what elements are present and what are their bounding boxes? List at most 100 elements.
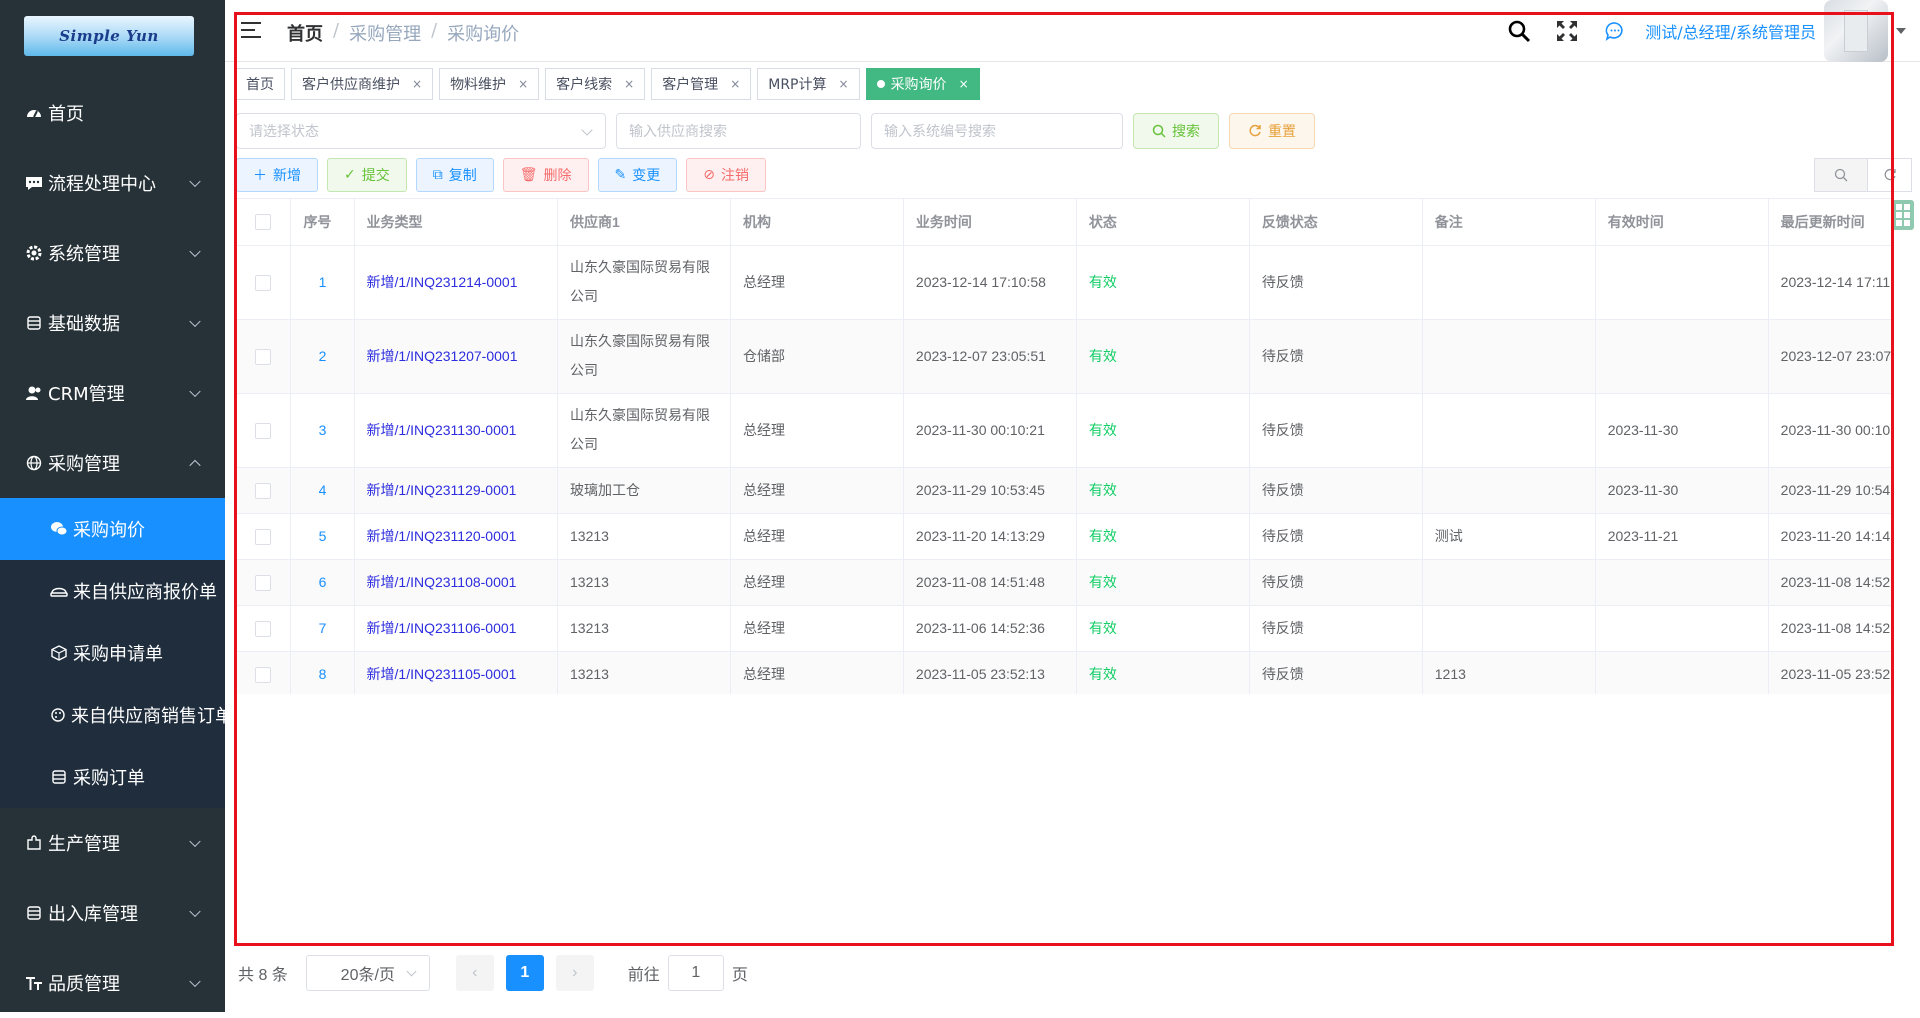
table-row[interactable]: 8 新增/1/INQ231105-0001 13213 总经理 2023-11-05 2… <box>236 651 1892 694</box>
add-button[interactable]: ＋ 新增 <box>236 158 318 192</box>
table-row[interactable]: 2 新增/1/INQ231207-0001 山东久豪国际贸易有限公司 仓储部 2023-… <box>236 319 1892 394</box>
search-icon[interactable] <box>1507 19 1531 43</box>
table-row[interactable]: 1 新增/1/INQ231214-0001 山东久豪国际贸易有限公司 总经理 2023-… <box>236 245 1892 320</box>
row-checkbox[interactable] <box>255 574 272 591</box>
search-button[interactable]: 搜索 <box>1133 113 1219 149</box>
close-icon[interactable]: × <box>624 77 634 91</box>
sidebar-item-production[interactable]: 生产管理 <box>0 808 225 878</box>
sidebar-item-home[interactable]: 首页 <box>0 78 225 148</box>
message-icon[interactable] <box>1603 19 1627 43</box>
cancel-button[interactable]: ⊘ 注销 <box>686 158 766 192</box>
row-checkbox[interactable] <box>255 666 272 683</box>
sidebar-item-purchase-inquiry[interactable]: 采购询价 <box>0 498 225 560</box>
type-value[interactable]: 新增/1/INQ231214-0001 <box>367 274 518 290</box>
sidebar-item-crm[interactable]: CRM管理 <box>0 358 225 428</box>
type-value[interactable]: 新增/1/INQ231130-0001 <box>367 422 517 438</box>
page-number[interactable]: 1 <box>505 955 544 991</box>
type-value[interactable]: 新增/1/INQ231129-0001 <box>367 482 517 498</box>
tag-mrp[interactable]: MRP计算 × <box>757 68 860 100</box>
close-icon[interactable]: × <box>518 77 528 91</box>
updated-cell: 2023-12-14 17:11:49 <box>1768 245 1892 320</box>
tag-purchase-inquiry[interactable]: 采购询价 × <box>865 68 980 100</box>
chevron-down-icon <box>189 315 201 328</box>
sidebar-item-purchase-request[interactable]: 采购申请单 <box>0 622 225 684</box>
select-cell <box>236 605 292 652</box>
breadcrumb: 首页 / 采购管理 / 采购询价 <box>287 20 519 46</box>
feedback-cell: 待反馈 <box>1249 393 1423 468</box>
tag-customer-supplier[interactable]: 客户供应商维护 × <box>291 68 434 100</box>
page-size-select[interactable]: 20条/页 <box>305 955 430 991</box>
org-cell: 仓储部 <box>730 319 904 394</box>
type-cell: 新增/1/INQ231108-0001 <box>354 559 559 606</box>
chevron-left-icon: ‹ <box>472 964 478 981</box>
sysno-search-input[interactable] <box>871 113 1123 149</box>
select-all-checkbox[interactable] <box>255 214 272 231</box>
type-value[interactable]: 新增/1/INQ231105-0001 <box>367 666 517 682</box>
goto-page-input[interactable]: 1 <box>667 955 724 991</box>
fullscreen-icon[interactable] <box>1555 19 1579 43</box>
close-icon[interactable]: × <box>730 77 740 91</box>
hamburger-icon[interactable] <box>241 22 261 38</box>
tag-material[interactable]: 物料维护 × <box>439 68 540 100</box>
reset-button[interactable]: 重置 <box>1229 113 1315 149</box>
table-row[interactable]: 3 新增/1/INQ231130-0001 山东久豪国际贸易有限公司 总经理 2023-… <box>236 393 1892 468</box>
delete-button[interactable]: 🗑 删除 <box>502 158 589 192</box>
sidebar-item-workflow[interactable]: 流程处理中心 <box>0 148 225 218</box>
supplier-value: 13213 <box>570 619 609 636</box>
table-row[interactable]: 6 新增/1/INQ231108-0001 13213 总经理 2023-11-08 1… <box>236 559 1892 606</box>
avatar[interactable] <box>1824 0 1888 62</box>
feedback-value: 待反馈 <box>1261 273 1304 290</box>
supplier-search-input[interactable] <box>616 113 861 149</box>
prev-page-button[interactable]: ‹ <box>455 955 494 991</box>
sidebar-item-supplier-sales-order[interactable]: 来自供应商销售订单 <box>0 684 225 746</box>
caret-down-icon[interactable] <box>1896 28 1906 34</box>
close-icon[interactable]: × <box>412 77 422 91</box>
type-cell: 新增/1/INQ231105-0001 <box>354 651 559 694</box>
updated-value: 2023-11-20 14:14:03 <box>1780 527 1892 544</box>
table-row[interactable]: 4 新增/1/INQ231129-0001 玻璃加工仓 总经理 2023-11-29 1… <box>236 467 1892 514</box>
row-checkbox[interactable] <box>255 528 272 545</box>
copy-button[interactable]: ⧉ 复制 <box>415 158 494 192</box>
row-checkbox[interactable] <box>255 422 272 439</box>
sidebar-item-quality[interactable]: 品质管理 <box>0 948 225 1018</box>
valid-cell: 2023-11-30 <box>1595 467 1769 514</box>
row-checkbox[interactable] <box>255 274 272 291</box>
time-cell: 2023-11-06 14:52:36 <box>903 605 1077 652</box>
table-row[interactable]: 7 新增/1/INQ231106-0001 13213 总经理 2023-11-06 1… <box>236 605 1892 652</box>
sidebar-item-inventory[interactable]: 出入库管理 <box>0 878 225 948</box>
tag-home[interactable]: 首页 <box>235 68 285 100</box>
sidebar-item-supplier-quotation[interactable]: 来自供应商报价单 <box>0 560 225 622</box>
action-toolbar: ＋ 新增 ✓ 提交 ⧉ 复制 🗑 删除 ✎ 变更 ⊘ 注销 <box>236 158 766 192</box>
sidebar-item-system[interactable]: 系统管理 <box>0 218 225 288</box>
type-value[interactable]: 新增/1/INQ231108-0001 <box>367 574 517 590</box>
tag-customer-management[interactable]: 客户管理 × <box>651 68 752 100</box>
seq-cell: 3 <box>290 393 355 468</box>
row-checkbox[interactable] <box>255 482 272 499</box>
toggle-search-button[interactable] <box>1814 158 1868 192</box>
close-icon[interactable]: × <box>959 77 969 91</box>
sidebar-item-basic-data[interactable]: 基础数据 <box>0 288 225 358</box>
table-row[interactable]: 5 新增/1/INQ231120-0001 13213 总经理 2023-11-20 1… <box>236 513 1892 560</box>
status-cell: 有效 <box>1076 605 1250 652</box>
submit-button[interactable]: ✓ 提交 <box>327 158 407 192</box>
sidebar-item-purchase[interactable]: 采购管理 <box>0 428 225 498</box>
type-value[interactable]: 新增/1/INQ231106-0001 <box>367 620 517 636</box>
type-value[interactable]: 新增/1/INQ231207-0001 <box>367 348 518 364</box>
close-icon[interactable]: × <box>839 77 849 91</box>
refresh-button[interactable] <box>1868 158 1912 192</box>
status-value: 有效 <box>1088 527 1117 544</box>
breadcrumb-home[interactable]: 首页 <box>287 20 323 46</box>
updated-cell: 2023-11-08 14:52:09 <box>1768 559 1892 606</box>
tag-customer-leads[interactable]: 客户线索 × <box>545 68 646 100</box>
row-checkbox[interactable] <box>255 620 272 637</box>
user-name[interactable]: 测试/总经理/系统管理员 <box>1645 19 1816 43</box>
row-checkbox[interactable] <box>255 348 272 365</box>
updated-cell: 2023-11-30 00:10:54 <box>1768 393 1892 468</box>
sidebar-item-purchase-order[interactable]: 采购订单 <box>0 746 225 808</box>
type-value[interactable]: 新增/1/INQ231120-0001 <box>367 528 517 544</box>
next-page-button[interactable]: › <box>555 955 594 991</box>
status-select[interactable]: 请选择状态 <box>236 113 606 149</box>
chevron-down-icon <box>189 905 201 918</box>
chevron-down-icon <box>189 835 201 848</box>
change-button[interactable]: ✎ 变更 <box>597 158 678 192</box>
